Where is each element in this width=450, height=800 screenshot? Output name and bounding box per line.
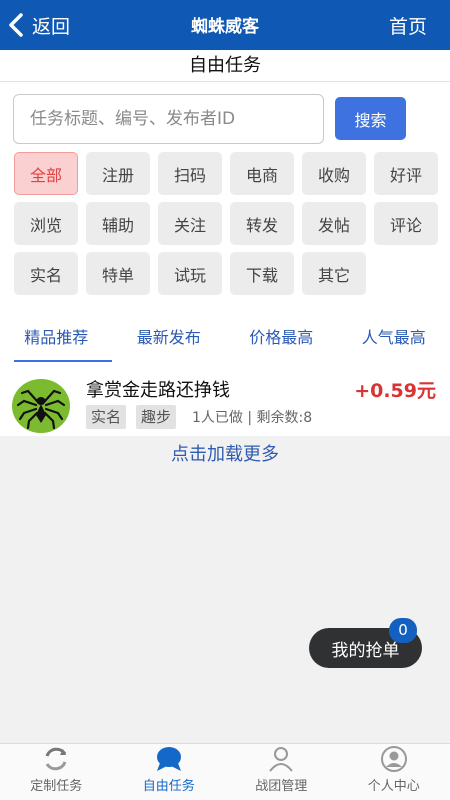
category-tags: 全部 注册 扫码 电商 收购 好评 浏览 辅助 关注 转发 发帖 评论 实名 特…: [14, 152, 444, 295]
app-title: 蜘蛛威客: [191, 17, 259, 37]
tag-browse[interactable]: 浏览: [14, 202, 78, 245]
task-title: 拿赏金走路还挣钱: [86, 380, 230, 401]
tag-register[interactable]: 注册: [86, 152, 150, 195]
nav-personal-center[interactable]: 个人中心: [338, 744, 450, 800]
sort-tabs: 精品推荐 最新发布 价格最高 人气最高: [0, 318, 450, 362]
nav-custom-tasks[interactable]: 定制任务: [0, 744, 113, 800]
nav-label: 定制任务: [30, 779, 83, 794]
nav-team-management[interactable]: 战团管理: [225, 744, 338, 800]
nav-label: 自由任务: [142, 779, 195, 794]
top-bar: 返回 蜘蛛威客 首页: [0, 0, 450, 50]
chat-bubble-icon: [156, 747, 181, 771]
tag-review[interactable]: 好评: [374, 152, 438, 195]
bottom-nav: 定制任务 自由任务 战团管理 个人中心: [0, 743, 450, 800]
tag-scan[interactable]: 扫码: [158, 152, 222, 195]
nav-label: 战团管理: [255, 779, 308, 794]
task-badge: 实名: [86, 405, 127, 429]
nav-label: 个人中心: [367, 779, 420, 794]
filter-panel: 搜索 全部 注册 扫码 电商 收购 好评 浏览 辅助 关注 转发 发帖 评论 实…: [0, 82, 450, 400]
search-button[interactable]: 搜索: [335, 97, 406, 140]
tab-latest[interactable]: 最新发布: [113, 318, 226, 362]
load-more-link[interactable]: 点击加载更多: [0, 440, 450, 466]
tag-assist[interactable]: 辅助: [86, 202, 150, 245]
task-meta: 1人已做 | 剩余数:8: [192, 410, 313, 426]
tag-repost[interactable]: 转发: [230, 202, 294, 245]
tag-purchase[interactable]: 收购: [302, 152, 366, 195]
spider-icon: [12, 379, 70, 433]
refresh-icon: [45, 747, 67, 771]
tag-ecommerce[interactable]: 电商: [230, 152, 294, 195]
task-price: +0.59元: [354, 380, 436, 402]
tab-recommended[interactable]: 精品推荐: [0, 318, 113, 362]
user-circle-icon: [380, 746, 407, 772]
tag-realname[interactable]: 实名: [14, 252, 78, 295]
task-item[interactable]: 拿赏金走路还挣钱 +0.59元 实名 趣步 1人已做 | 剩余数:8: [0, 374, 450, 436]
page-title: 自由任务: [0, 50, 450, 82]
tag-other[interactable]: 其它: [302, 252, 366, 295]
home-button[interactable]: 首页: [389, 12, 427, 39]
search-input[interactable]: [13, 94, 324, 144]
task-badge: 趣步: [136, 405, 177, 429]
tab-most-popular[interactable]: 人气最高: [338, 318, 450, 362]
order-count-badge: 0: [389, 618, 417, 643]
tab-highest-price[interactable]: 价格最高: [225, 318, 338, 362]
tag-all[interactable]: 全部: [14, 152, 78, 195]
tag-trial[interactable]: 试玩: [158, 252, 222, 295]
person-outline-icon: [269, 747, 294, 772]
nav-free-tasks[interactable]: 自由任务: [113, 744, 226, 800]
tag-post[interactable]: 发帖: [302, 202, 366, 245]
tag-follow[interactable]: 关注: [158, 202, 222, 245]
tag-comment[interactable]: 评论: [374, 202, 438, 245]
tag-special[interactable]: 特单: [86, 252, 150, 295]
tag-download[interactable]: 下载: [230, 252, 294, 295]
